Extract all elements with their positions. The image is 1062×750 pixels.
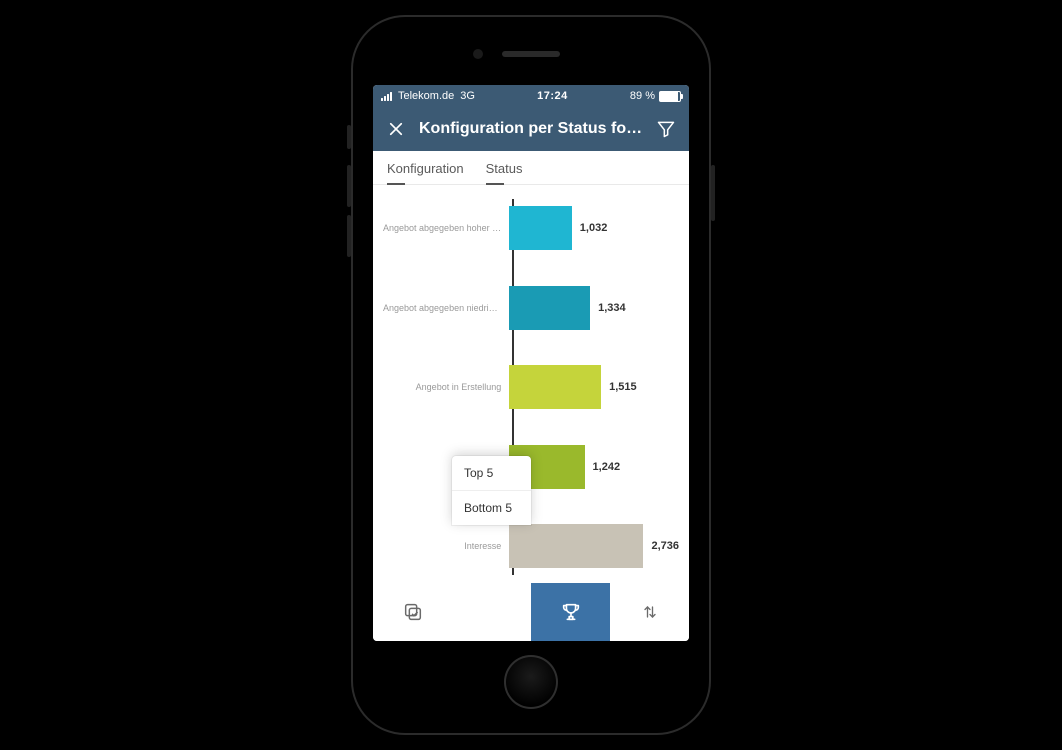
chart-value-label: 1,334 <box>598 302 626 314</box>
volume-down-button <box>347 215 351 257</box>
select-all-icon <box>402 601 424 623</box>
chart-row[interactable]: Angebot abgegeben hoher Wettbew… 1,032 <box>383 199 679 257</box>
rank-option-label: Top 5 <box>464 466 493 480</box>
tab-label: Status <box>486 161 523 176</box>
volume-up-button <box>347 165 351 207</box>
chart-rows: Angebot abgegeben hoher Wettbew…1,032Ang… <box>383 199 679 575</box>
phone-camera <box>473 49 483 59</box>
tab-label: Konfiguration <box>387 161 464 176</box>
rank-button[interactable] <box>452 583 531 641</box>
tab-status[interactable]: Status <box>486 161 523 184</box>
chart-category-label: Angebot abgegeben hoher Wettbew… <box>383 223 509 233</box>
close-button[interactable] <box>383 116 409 142</box>
chart-bar-wrap: 1,515 <box>509 365 679 409</box>
chart-row[interactable]: Interesse 2,736 <box>383 517 679 575</box>
chart-category-label: Angebot abgegeben niedriger Wettb… <box>383 303 509 313</box>
chart-bar <box>509 524 643 568</box>
sort-icon <box>640 602 660 622</box>
rank-option-bottom5[interactable]: Bottom 5 <box>452 490 531 525</box>
sort-button[interactable] <box>610 583 689 641</box>
phone-frame: Telekom.de 3G 17:24 89 % <box>351 15 711 735</box>
battery-level <box>660 92 678 101</box>
rank-option-top5[interactable]: Top 5 <box>452 456 531 490</box>
chart-bar-wrap: 1,334 <box>509 286 679 330</box>
chart-row[interactable]: Gewonnen1,242 <box>383 438 679 496</box>
chart-row[interactable]: Angebot abgegeben niedriger Wettb… 1,334 <box>383 279 679 337</box>
close-icon <box>387 120 405 138</box>
phone-speaker <box>502 51 560 57</box>
chart-bar-wrap: 2,736 <box>509 524 679 568</box>
chart-value-label: 1,242 <box>593 461 621 473</box>
signal-icon <box>381 91 392 101</box>
trophy-button[interactable] <box>531 583 610 641</box>
clock-label: 17:24 <box>481 90 624 102</box>
battery-icon <box>659 91 681 102</box>
battery-percent-label: 89 % <box>630 90 655 102</box>
status-bar: Telekom.de 3G 17:24 89 % <box>373 85 689 107</box>
trophy-icon <box>560 601 582 623</box>
chart-row[interactable]: Angebot in Erstellung 1,515 <box>383 358 679 416</box>
page-title: Konfiguration per Status for… <box>419 120 643 138</box>
rank-popover: Top 5 Bottom 5 <box>452 456 531 525</box>
chart-value-label: 2,736 <box>651 540 679 552</box>
chart-area: Angebot abgegeben hoher Wettbew…1,032Ang… <box>373 185 689 583</box>
tab-bar: Konfiguration Status <box>373 151 689 185</box>
bottom-toolbar <box>373 583 689 641</box>
select-all-button[interactable] <box>373 583 452 641</box>
chart-bar <box>509 206 572 250</box>
chart-bar-wrap: 1,032 <box>509 206 679 250</box>
nav-header: Konfiguration per Status for… <box>373 107 689 151</box>
filter-button[interactable] <box>653 116 679 142</box>
chart-category-label: Angebot in Erstellung <box>383 382 509 392</box>
chart-bar <box>509 286 590 330</box>
power-button <box>711 165 715 221</box>
filter-icon <box>656 119 676 139</box>
chart-value-label: 1,515 <box>609 381 637 393</box>
home-button[interactable] <box>504 655 558 709</box>
chart-category-label: Interesse <box>383 541 509 551</box>
chart-bar <box>509 365 601 409</box>
chart-value-label: 1,032 <box>580 222 608 234</box>
screen: Telekom.de 3G 17:24 89 % <box>373 85 689 641</box>
tab-konfiguration[interactable]: Konfiguration <box>387 161 464 184</box>
mute-switch <box>347 125 351 149</box>
chart-bar-wrap: 1,242 <box>509 445 679 489</box>
carrier-label: Telekom.de <box>398 90 454 102</box>
network-label: 3G <box>460 90 475 102</box>
rank-option-label: Bottom 5 <box>464 501 512 515</box>
